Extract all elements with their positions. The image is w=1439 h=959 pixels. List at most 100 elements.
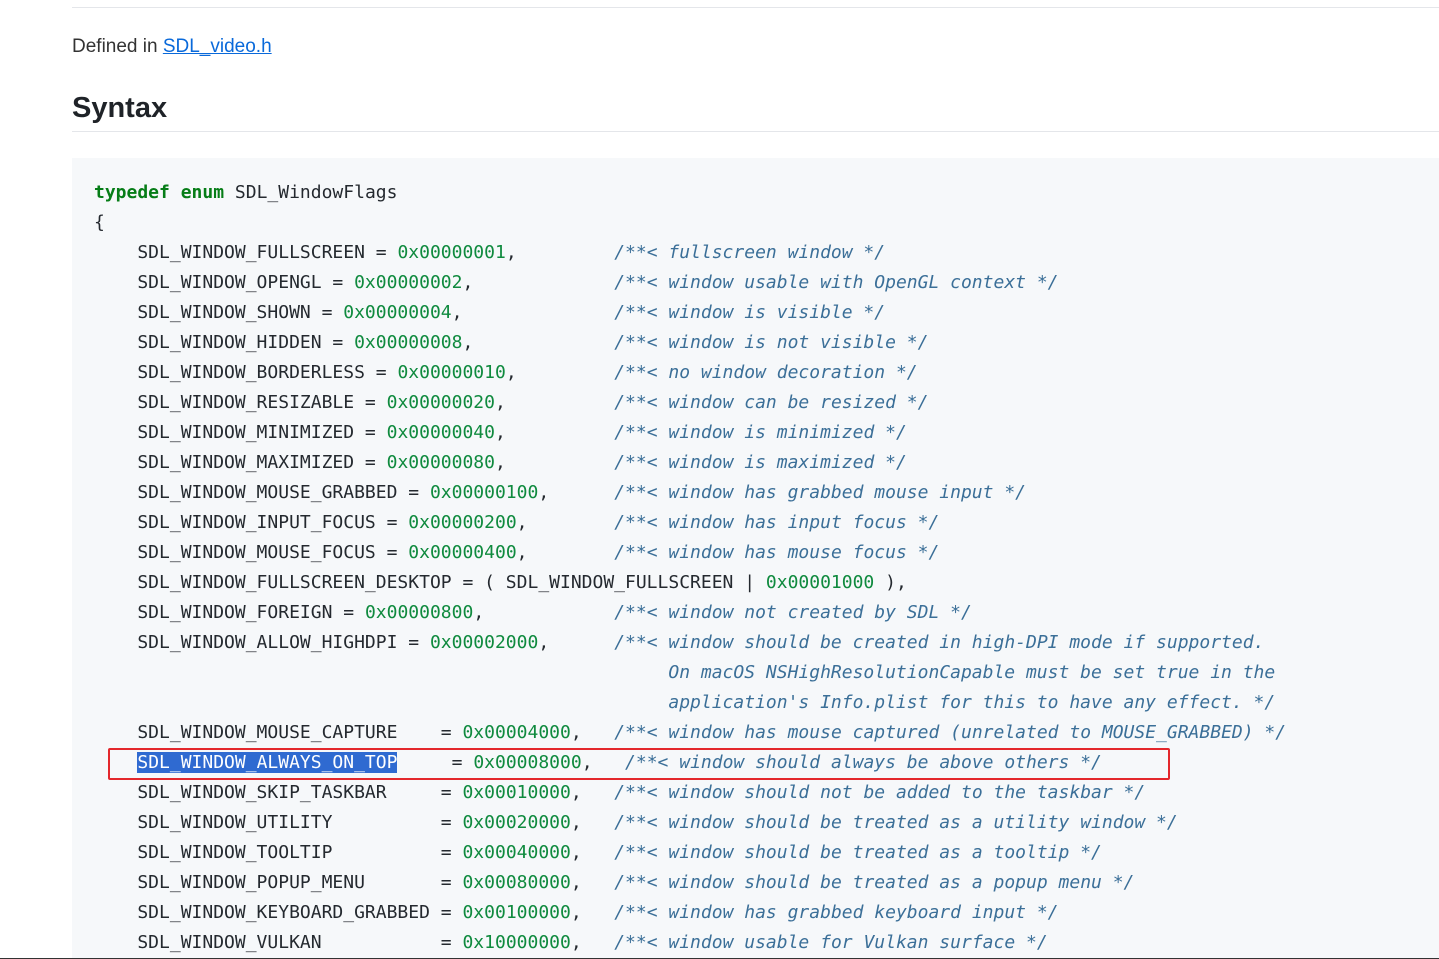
code-comment: /**< window has mouse captured (unrelate… bbox=[614, 722, 1287, 743]
code-identifier: SDL_WINDOW_SHOWN = bbox=[94, 302, 344, 323]
code-line: SDL_WINDOW_MINIMIZED = 0x00000040, /**< … bbox=[94, 418, 1286, 448]
code-line: SDL_WINDOW_KEYBOARD_GRABBED = 0x00100000… bbox=[94, 898, 1286, 928]
code-separator: , bbox=[570, 812, 615, 833]
code-hex-value: 0x00000008 bbox=[354, 332, 463, 353]
code-identifier: SDL_WINDOW_MOUSE_GRABBED = bbox=[94, 482, 430, 503]
code-comment: On macOS NSHighResolutionCapable must be… bbox=[94, 662, 1276, 683]
code-line: SDL_WINDOW_FULLSCREEN = 0x00000001, /**<… bbox=[94, 238, 1286, 268]
code-hex-value: 0x00000004 bbox=[343, 302, 452, 323]
code-hex-value: 0x00000001 bbox=[397, 242, 506, 263]
code-line: SDL_WINDOW_POPUP_MENU = 0x00080000, /**<… bbox=[94, 868, 1286, 898]
code-identifier: SDL_WINDOW_FOREIGN = bbox=[94, 602, 365, 623]
code-comment: /**< fullscreen window */ bbox=[614, 242, 886, 263]
defined-in-label: Defined in bbox=[72, 36, 163, 57]
code-line: SDL_WINDOW_ALWAYS_ON_TOP = 0x00008000, /… bbox=[94, 748, 1286, 778]
code-comment: /**< window should be treated as a toolt… bbox=[614, 842, 1102, 863]
code-comment: /**< window is maximized */ bbox=[614, 452, 907, 473]
code-separator: ), bbox=[874, 572, 907, 593]
code-identifier: SDL_WINDOW_HIDDEN = bbox=[94, 332, 355, 353]
code-separator: , bbox=[570, 932, 615, 953]
code-identifier: SDL_WINDOW_RESIZABLE = bbox=[94, 392, 387, 413]
code-hex-value: 0x00002000 bbox=[429, 632, 539, 653]
code-line: SDL_WINDOW_UTILITY = 0x00020000, /**< wi… bbox=[94, 808, 1286, 838]
code-hex-value: 0x00020000 bbox=[462, 812, 571, 833]
code-comment: /**< window has grabbed mouse input */ bbox=[614, 482, 1026, 503]
code-comment: /**< window should be treated as a popup… bbox=[614, 872, 1135, 893]
code-identifier: SDL_WINDOW_BORDERLESS = bbox=[94, 362, 398, 383]
code-line: application's Info.plist for this to hav… bbox=[94, 688, 1286, 718]
code-hex-value: 0x00000800 bbox=[364, 602, 474, 623]
keyword-typedef: typedef bbox=[94, 182, 170, 203]
code-separator: , bbox=[516, 542, 615, 563]
code-identifier: SDL_WINDOW_VULKAN = bbox=[94, 932, 463, 953]
code-hex-value: 0x00100000 bbox=[462, 902, 571, 923]
syntax-heading: Syntax bbox=[72, 92, 168, 124]
code-separator: , bbox=[494, 422, 615, 443]
code-hex-value: 0x00008000 bbox=[473, 752, 582, 773]
code-separator: , bbox=[570, 722, 615, 743]
code-line: SDL_WINDOW_MOUSE_FOCUS = 0x00000400, /**… bbox=[94, 538, 1286, 568]
code-identifier: SDL_WINDOW_INPUT_FOCUS = bbox=[94, 512, 409, 533]
code-comment: /**< window is not visible */ bbox=[614, 332, 929, 353]
code-identifier: SDL_WINDOW_UTILITY = bbox=[94, 812, 463, 833]
code-comment: /**< window has grabbed keyboard input *… bbox=[614, 902, 1059, 923]
code-identifier: SDL_WINDOW_SKIP_TASKBAR = bbox=[94, 782, 463, 803]
code-hex-value: 0x00000400 bbox=[408, 542, 517, 563]
code-line: SDL_WINDOW_MAXIMIZED = 0x00000080, /**< … bbox=[94, 448, 1286, 478]
code-line: SDL_WINDOW_FOREIGN = 0x00000800, /**< wi… bbox=[94, 598, 1286, 628]
code-line: SDL_WINDOW_INPUT_FOCUS = 0x00000200, /**… bbox=[94, 508, 1286, 538]
code-hex-value: 0x00000040 bbox=[386, 422, 495, 443]
code-separator: , bbox=[538, 632, 615, 653]
code-separator: , bbox=[505, 242, 615, 263]
code-hex-value: 0x00040000 bbox=[462, 842, 571, 863]
code-hex-value: 0x00000020 bbox=[386, 392, 495, 413]
code-comment: /**< window should be created in high-DP… bbox=[614, 632, 1265, 653]
code-listing[interactable]: typedef enum SDL_WindowFlags { SDL_WINDOW… bbox=[94, 178, 1286, 958]
code-identifier: SDL_WINDOW_ALLOW_HIGHDPI = bbox=[94, 632, 430, 653]
code-separator: , bbox=[570, 902, 615, 923]
code-identifier: = bbox=[397, 752, 474, 773]
code-line: SDL_WINDOW_OPENGL = 0x00000002, /**< win… bbox=[94, 268, 1286, 298]
code-separator: , bbox=[505, 362, 615, 383]
code-hex-value: 0x00000002 bbox=[354, 272, 463, 293]
code-identifier: SDL_WINDOW_MINIMIZED = bbox=[94, 422, 387, 443]
code-comment: /**< window has mouse focus */ bbox=[614, 542, 940, 563]
code-line: SDL_WINDOW_MOUSE_GRABBED = 0x00000100, /… bbox=[94, 478, 1286, 508]
code-separator: , bbox=[570, 782, 615, 803]
code-block[interactable]: typedef enum SDL_WindowFlags { SDL_WINDOW… bbox=[72, 158, 1439, 959]
code-separator: , bbox=[494, 452, 615, 473]
enum-name: SDL_WindowFlags bbox=[224, 182, 398, 203]
code-hex-value: 0x00000080 bbox=[386, 452, 495, 473]
code-comment: /**< window should not be added to the t… bbox=[614, 782, 1146, 803]
code-separator: , bbox=[494, 392, 615, 413]
keyword-enum: enum bbox=[180, 182, 225, 203]
code-hex-value: 0x00080000 bbox=[462, 872, 571, 893]
code-comment: /**< window usable with OpenGL context *… bbox=[614, 272, 1059, 293]
code-comment: /**< window should be treated as a utili… bbox=[614, 812, 1178, 833]
code-identifier: SDL_WINDOW_POPUP_MENU = bbox=[94, 872, 463, 893]
code-comment: application's Info.plist for this to hav… bbox=[94, 692, 1276, 713]
code-hex-value: 0x00010000 bbox=[462, 782, 571, 803]
code-comment: /**< window can be resized */ bbox=[614, 392, 929, 413]
code-separator: , bbox=[570, 842, 615, 863]
code-comment: /**< window usable for Vulkan surface */ bbox=[614, 932, 1048, 953]
selected-identifier[interactable]: SDL_WINDOW_ALWAYS_ON_TOP bbox=[137, 752, 398, 773]
code-line-typedef: typedef enum SDL_WindowFlags bbox=[94, 178, 1286, 208]
code-separator: , bbox=[538, 482, 615, 503]
code-comment: /**< window is minimized */ bbox=[614, 422, 907, 443]
code-line: SDL_WINDOW_VULKAN = 0x10000000, /**< win… bbox=[94, 928, 1286, 958]
code-identifier: SDL_WINDOW_KEYBOARD_GRABBED = bbox=[94, 902, 463, 923]
code-comment: /**< no window decoration */ bbox=[614, 362, 918, 383]
code-identifier: SDL_WINDOW_OPENGL = bbox=[94, 272, 355, 293]
code-identifier: SDL_WINDOW_MOUSE_FOCUS = bbox=[94, 542, 409, 563]
code-separator: , bbox=[462, 272, 615, 293]
code-comment: /**< window has input focus */ bbox=[614, 512, 940, 533]
code-line: SDL_WINDOW_MOUSE_CAPTURE = 0x00004000, /… bbox=[94, 718, 1286, 748]
code-hex-value: 0x00000100 bbox=[429, 482, 539, 503]
code-separator: , bbox=[451, 302, 615, 323]
code-line-brace: { bbox=[94, 212, 105, 233]
code-identifier: SDL_WINDOW_FULLSCREEN_DESKTOP = ( SDL_WI… bbox=[94, 572, 766, 593]
header-file-link[interactable]: SDL_video.h bbox=[163, 36, 272, 57]
code-line: On macOS NSHighResolutionCapable must be… bbox=[94, 658, 1286, 688]
